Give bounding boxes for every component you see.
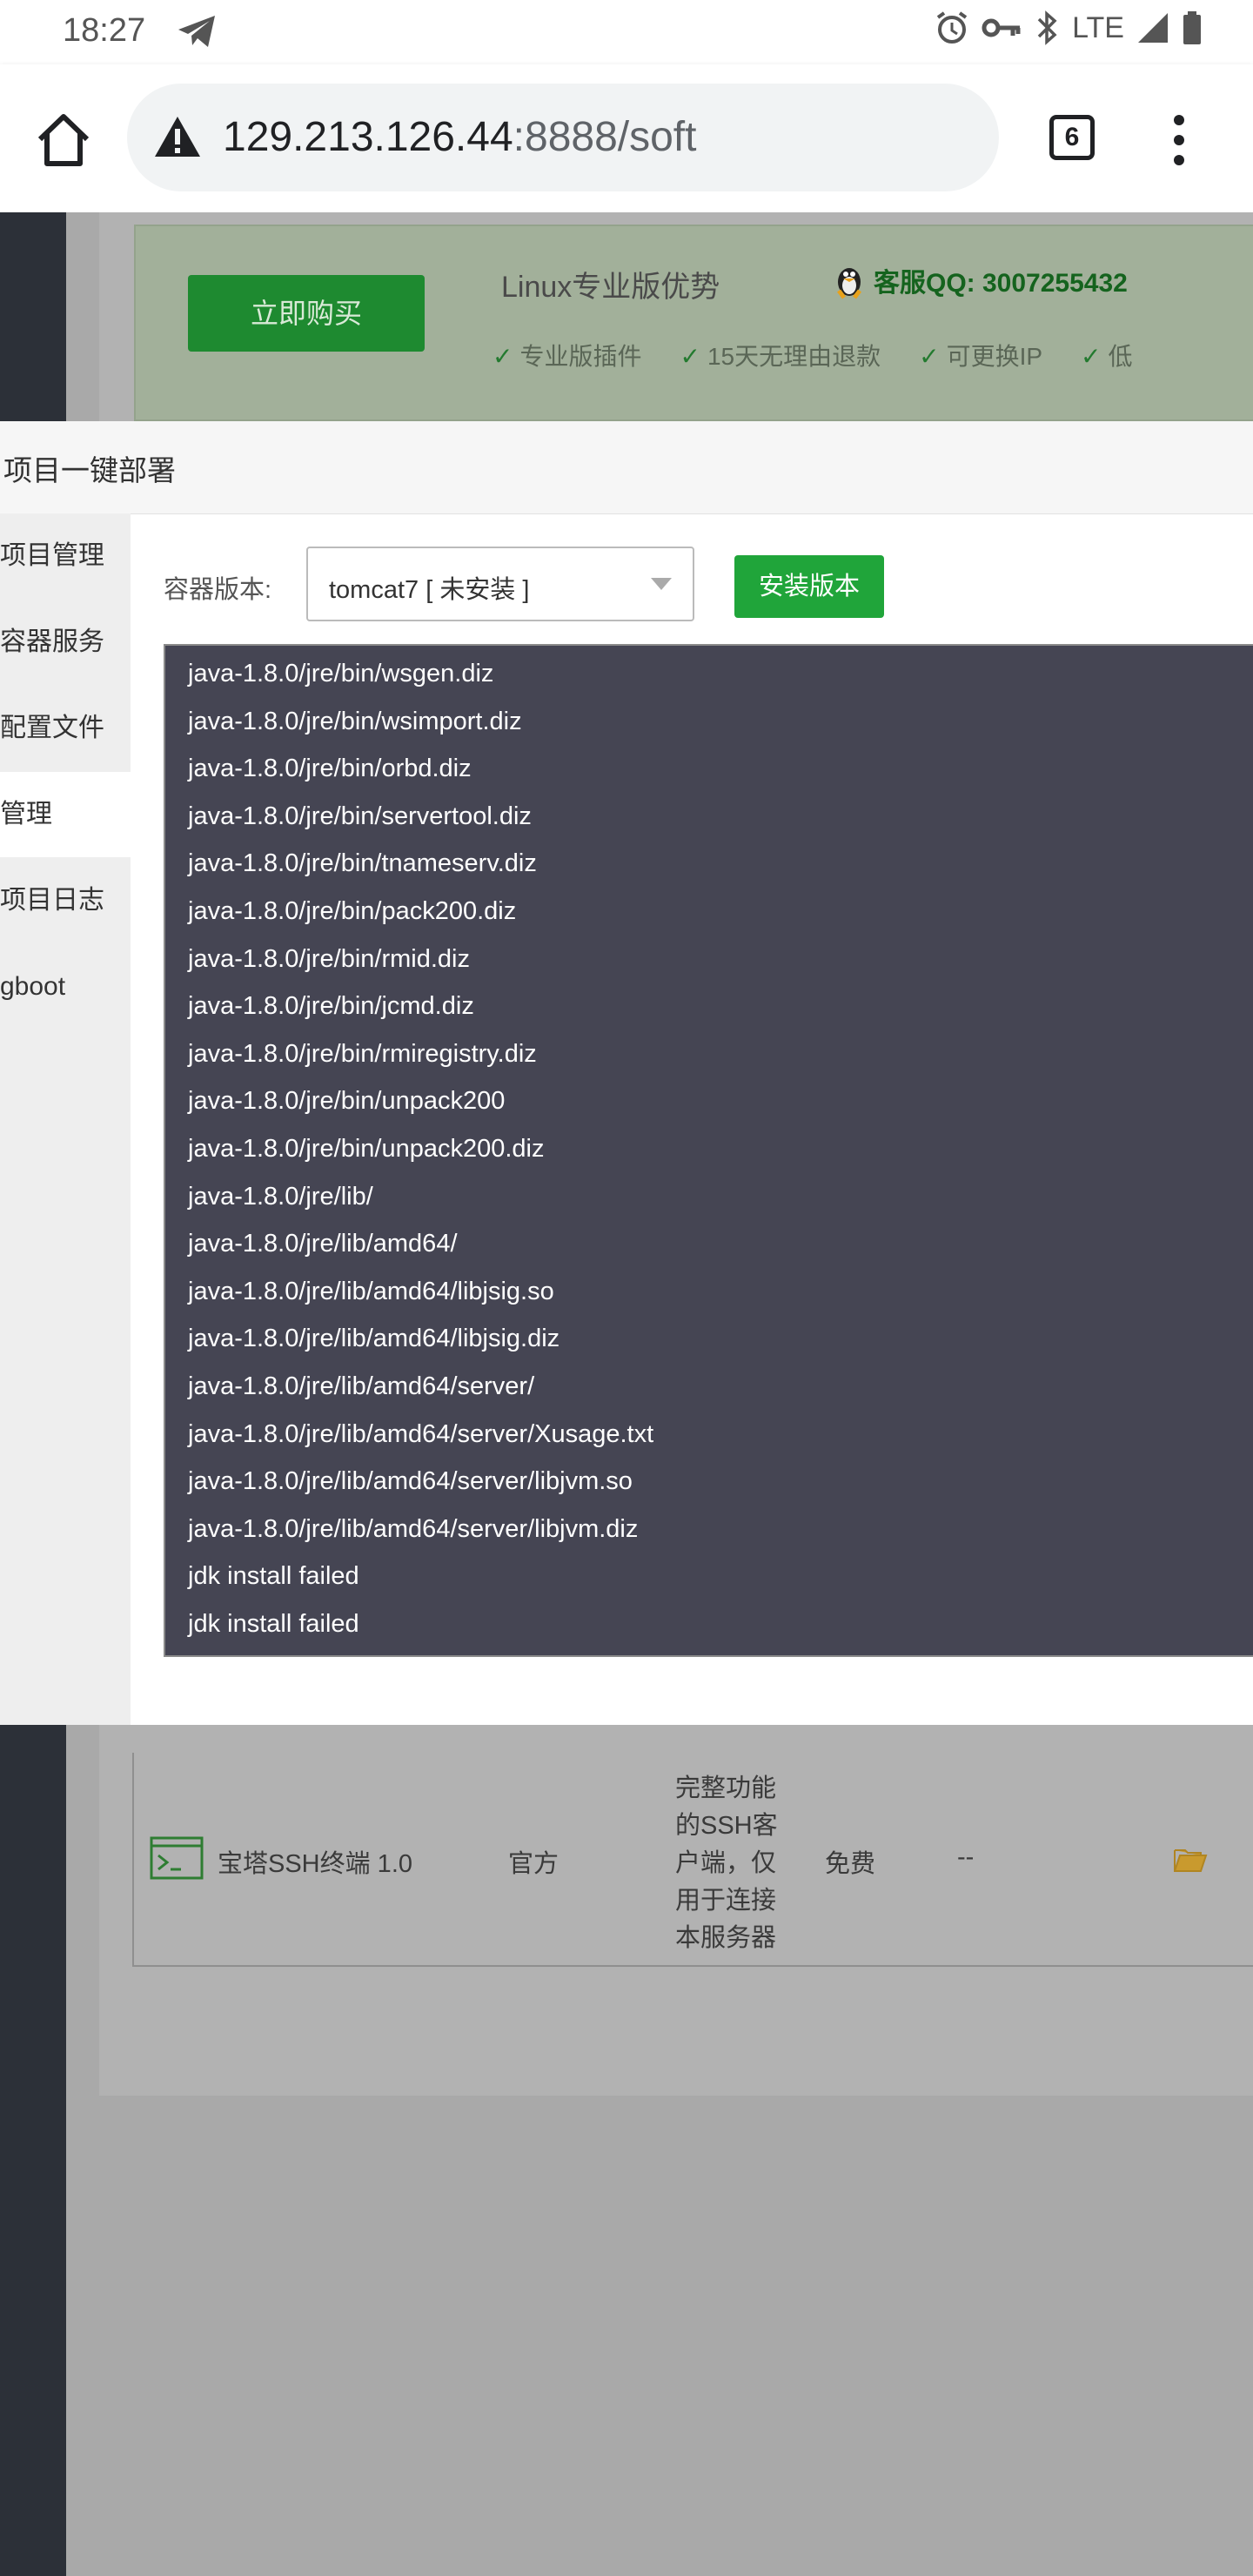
status-icons: LTE <box>935 10 1203 45</box>
log-line: java-1.8.0/jre/bin/wsimport.diz <box>188 707 522 735</box>
software-expire: -- <box>957 1843 975 1871</box>
install-version-button[interactable]: 安装版本 <box>734 555 884 618</box>
software-description: 完整功能 的SSH客 户端，仅 用于连接 本服务器 <box>675 1774 778 1952</box>
log-line: jdk install failed <box>188 1562 359 1591</box>
log-line: java-1.8.0/jre/lib/amd64/server/libjvm.s… <box>188 1467 633 1496</box>
log-line: java-1.8.0/jre/lib/amd64/ <box>188 1230 458 1258</box>
log-line: java-1.8.0/jre/lib/amd64/libjsig.so <box>188 1277 554 1305</box>
qq-number: 客服QQ: 3007255432 <box>874 269 1128 298</box>
modal-side-nav: 项目管理 容器服务 配置文件 管理 项目日志 gboot <box>0 513 131 1725</box>
tab-switcher-button[interactable]: 6 <box>1049 115 1095 160</box>
feature-item: ✓ 专业版插件 <box>492 343 642 370</box>
software-price: 免费 <box>825 1850 876 1878</box>
modal-header: 项目一键部署 <box>0 421 1253 514</box>
install-log-console[interactable]: java-1.8.0/jre/bin/wsgen.diz java-1.8.0/j… <box>164 644 1253 1657</box>
check-icon: ✓ <box>919 343 940 370</box>
nav-item-project-log[interactable]: 项目日志 <box>0 858 131 943</box>
network-type: LTE <box>1072 10 1124 44</box>
signal-icon <box>1138 13 1168 43</box>
log-line: java-1.8.0/jre/lib/amd64/server/libjvm.d… <box>188 1514 639 1543</box>
status-bar: 18:27 LTE <box>0 0 1253 64</box>
feature-item: ✓ 可更换IP <box>919 343 1043 370</box>
pro-promo-banner: 立即购买 Linux专业版优势 客服QQ: 3007255432 ✓ 专业版插件 … <box>134 225 1253 421</box>
promo-title: Linux专业版优势 <box>501 271 720 304</box>
qq-support: 客服QQ: 3007255432 <box>832 261 1128 299</box>
software-developer: 官方 <box>508 1850 559 1878</box>
alarm-icon <box>936 11 968 44</box>
chevron-down-icon <box>651 578 672 590</box>
nav-item-container-service[interactable]: 容器服务 <box>0 600 131 685</box>
version-select-value: tomcat7 [ 未安装 ] <box>329 576 530 604</box>
url-host: 129.213.126.44 <box>223 114 513 160</box>
log-line: java-1.8.0/jre/bin/tnameserv.diz <box>188 849 537 878</box>
vpn-key-icon <box>982 18 1021 37</box>
log-line: java-1.8.0/jre/bin/jcmd.diz <box>188 992 474 1021</box>
folder-open-icon[interactable] <box>1173 1845 1208 1873</box>
home-icon[interactable] <box>33 110 94 169</box>
version-label: 容器版本: <box>164 576 272 604</box>
log-line: java-1.8.0/jre/bin/rmid.diz <box>188 944 470 973</box>
log-line: java-1.8.0/jre/lib/amd64/server/Xusage.t… <box>188 1419 654 1448</box>
nav-item-config-file[interactable]: 配置文件 <box>0 686 131 771</box>
software-name[interactable]: 宝塔SSH终端 1.0 <box>218 1843 412 1880</box>
log-line: java-1.8.0/jre/lib/ <box>188 1182 373 1211</box>
promo-features: ✓ 专业版插件 ✓ 15天无理由退款 ✓ 可更换IP ✓ 低 <box>492 338 1133 372</box>
battery-icon <box>1183 11 1201 44</box>
log-line: java-1.8.0/jre/bin/orbd.diz <box>188 755 472 783</box>
log-line: java-1.8.0/jre/bin/unpack200 <box>188 1087 506 1116</box>
check-icon: ✓ <box>680 343 700 370</box>
log-line: java-1.8.0/jre/bin/servertool.diz <box>188 802 532 830</box>
status-time: 18:27 <box>63 12 146 49</box>
check-icon: ✓ <box>1081 343 1102 370</box>
feature-item: ✓ 15天无理由退款 <box>680 343 881 370</box>
log-line: java-1.8.0/jre/bin/unpack200.diz <box>188 1135 545 1163</box>
log-line: java-1.8.0/jre/lib/amd64/server/ <box>188 1372 535 1400</box>
bluetooth-icon <box>1037 10 1057 45</box>
nav-item-project-manage[interactable]: 项目管理 <box>0 513 131 599</box>
nav-item-springboot[interactable]: gboot <box>0 944 131 1030</box>
table-row: 宝塔SSH终端 1.0 官方 完整功能 的SSH客 户端，仅 用于连接 本服务器… <box>132 1753 1253 1967</box>
terminal-icon <box>150 1836 204 1880</box>
url-text[interactable]: 129.213.126.44:8888/soft <box>223 113 696 161</box>
feature-item: ✓ 低 <box>1081 343 1133 370</box>
deploy-modal: 项目一键部署 项目管理 容器服务 配置文件 管理 项目日志 gboot 容器版本… <box>0 421 1253 1725</box>
log-line: jdk install failed <box>188 1610 359 1638</box>
modal-title: 项目一键部署 <box>3 454 176 486</box>
version-select[interactable]: tomcat7 [ 未安装 ] <box>306 547 694 621</box>
telegram-icon <box>178 16 215 47</box>
browser-toolbar: 129.213.126.44:8888/soft 6 <box>0 64 1253 212</box>
log-line: java-1.8.0/jre/bin/wsgen.diz <box>188 660 494 688</box>
nav-item-manage[interactable]: 管理 <box>0 772 131 857</box>
overflow-menu-icon[interactable] <box>1166 113 1192 167</box>
qq-penguin-icon <box>837 268 861 299</box>
log-line: java-1.8.0/jre/bin/pack200.diz <box>188 897 517 925</box>
address-bar[interactable]: 129.213.126.44:8888/soft <box>127 84 999 191</box>
log-line: java-1.8.0/jre/lib/amd64/libjsig.diz <box>188 1325 560 1353</box>
url-path: :8888/soft <box>513 114 697 160</box>
not-secure-warning-icon[interactable] <box>153 115 202 158</box>
log-line: java-1.8.0/jre/bin/rmiregistry.diz <box>188 1039 537 1068</box>
buy-now-button[interactable]: 立即购买 <box>188 275 425 352</box>
check-icon: ✓ <box>492 343 513 370</box>
